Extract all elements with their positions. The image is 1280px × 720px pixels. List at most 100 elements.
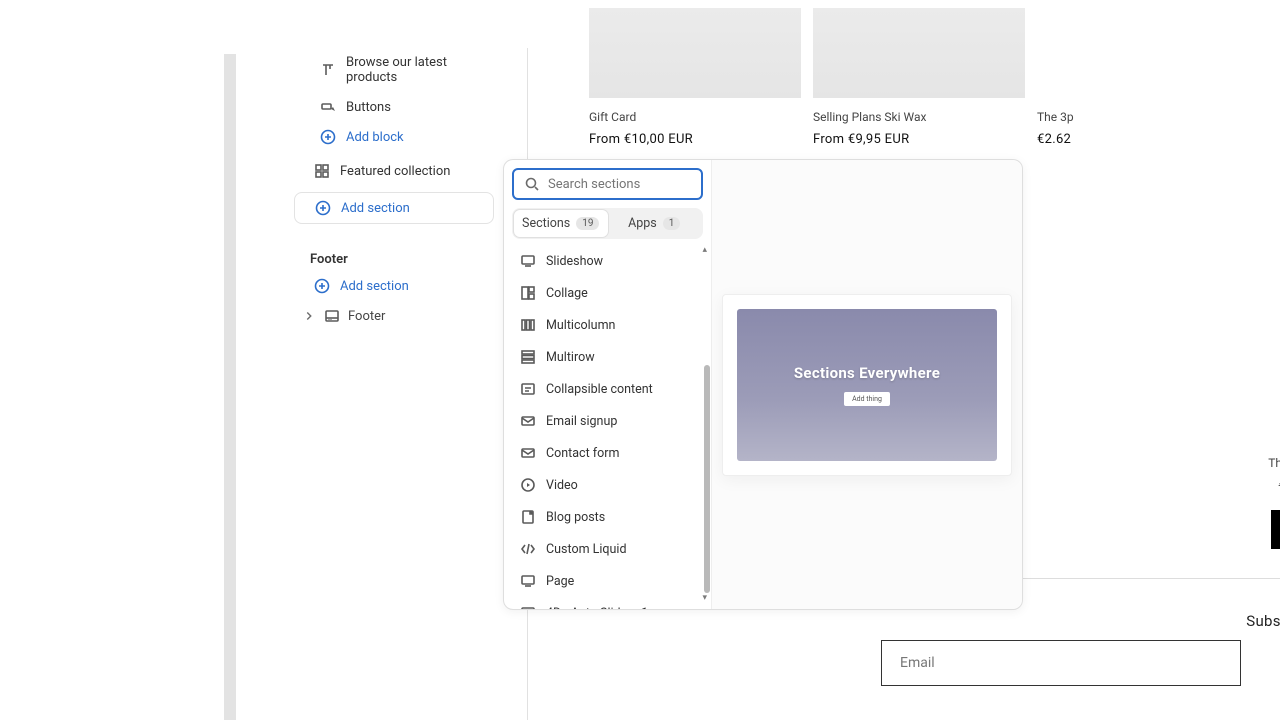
product-image-placeholder bbox=[589, 8, 801, 98]
product-card[interactable]: Selling Plans Ski Wax From €9,95 EUR bbox=[813, 8, 1025, 147]
footer-group-header: Footer bbox=[294, 242, 494, 271]
section-picker-popover: Sections 19 Apps 1 ▴ Slideshow Collage M… bbox=[503, 159, 1023, 610]
blog-icon bbox=[520, 509, 536, 525]
product-name: Gift Card bbox=[589, 110, 801, 124]
section-item-blog-posts[interactable]: Blog posts bbox=[512, 501, 703, 533]
product-name: Selling Plans Ski Wax bbox=[813, 110, 1025, 124]
product-grid: Gift Card From €10,00 EUR Selling Plans … bbox=[589, 8, 1280, 147]
section-item-label: Slideshow bbox=[546, 254, 603, 269]
slider-icon bbox=[520, 605, 536, 609]
collection-icon bbox=[314, 163, 330, 179]
tab-label: Apps bbox=[628, 216, 657, 231]
section-footer[interactable]: Footer bbox=[294, 301, 494, 331]
view-all-button[interactable]: v all bbox=[1271, 510, 1280, 549]
section-item-4d-auto-slider[interactable]: 4D - Auto Slider - 1 bbox=[512, 597, 703, 609]
multicolumn-icon bbox=[520, 317, 536, 333]
section-item-video[interactable]: Video bbox=[512, 469, 703, 501]
section-featured-collection[interactable]: Featured collection bbox=[294, 156, 494, 186]
block-label: Browse our latest products bbox=[346, 55, 484, 85]
plus-circle-icon bbox=[314, 278, 330, 294]
section-picker-list-panel: Sections 19 Apps 1 ▴ Slideshow Collage M… bbox=[504, 160, 711, 609]
section-label: Footer bbox=[348, 309, 385, 324]
collage-icon bbox=[520, 285, 536, 301]
email-icon bbox=[520, 413, 536, 429]
section-item-label: Video bbox=[546, 478, 578, 493]
section-item-collage[interactable]: Collage bbox=[512, 277, 703, 309]
collapsible-icon bbox=[520, 381, 536, 397]
add-section-button[interactable]: Add section bbox=[294, 192, 494, 224]
plus-circle-icon bbox=[320, 129, 336, 145]
section-search-wrap bbox=[504, 160, 711, 206]
section-item-label: Multicolumn bbox=[546, 318, 615, 333]
section-item-label: Custom Liquid bbox=[546, 542, 627, 557]
product-image-placeholder bbox=[1037, 8, 1087, 98]
editor-gutter bbox=[224, 54, 236, 720]
section-item-slideshow[interactable]: Slideshow bbox=[512, 245, 703, 277]
section-item-label: Blog posts bbox=[546, 510, 605, 525]
scroll-up-icon[interactable]: ▴ bbox=[702, 245, 707, 255]
block-browse-products[interactable]: Browse our latest products bbox=[294, 48, 494, 92]
tab-count: 1 bbox=[663, 217, 681, 230]
section-item-collapsible[interactable]: Collapsible content bbox=[512, 373, 703, 405]
slideshow-icon bbox=[520, 253, 536, 269]
tab-apps[interactable]: Apps 1 bbox=[608, 210, 702, 237]
search-icon bbox=[524, 176, 540, 192]
page-icon bbox=[520, 573, 536, 589]
section-item-label: Page bbox=[546, 574, 574, 589]
product-price: €2.62 bbox=[1037, 132, 1087, 147]
section-item-label: Collage bbox=[546, 286, 588, 301]
section-item-label: Collapsible content bbox=[546, 382, 653, 397]
section-item-label: Multirow bbox=[546, 350, 595, 365]
preview-title: Sections Everywhere bbox=[794, 364, 940, 382]
section-item-email-signup[interactable]: Email signup bbox=[512, 405, 703, 437]
product-image-placeholder bbox=[813, 8, 1025, 98]
section-search-field[interactable] bbox=[548, 177, 691, 192]
section-preview-panel: Sections Everywhere Add thing bbox=[711, 160, 1022, 609]
text-icon bbox=[320, 62, 336, 78]
tab-count: 19 bbox=[576, 217, 599, 230]
footer-icon bbox=[324, 308, 340, 324]
contact-icon bbox=[520, 445, 536, 461]
theme-sidebar: Browse our latest products Buttons Add b… bbox=[294, 48, 494, 331]
section-item-contact-form[interactable]: Contact form bbox=[512, 437, 703, 469]
product-card[interactable]: Gift Card From €10,00 EUR bbox=[589, 8, 801, 147]
block-buttons[interactable]: Buttons bbox=[294, 92, 494, 122]
chevron-right-icon bbox=[302, 309, 316, 323]
preview-button: Add thing bbox=[844, 392, 890, 406]
email-placeholder: Email bbox=[900, 655, 935, 671]
section-preview-image: Sections Everywhere Add thing bbox=[737, 309, 997, 461]
product-name-cut: The Co bbox=[1268, 456, 1280, 470]
add-section-label: Add section bbox=[341, 201, 410, 216]
product-name: The 3p bbox=[1037, 110, 1087, 124]
multirow-icon bbox=[520, 349, 536, 365]
add-block-button[interactable]: Add block bbox=[294, 122, 494, 152]
product-price: From €10,00 EUR bbox=[589, 132, 801, 147]
section-item-multicolumn[interactable]: Multicolumn bbox=[512, 309, 703, 341]
section-preview-card: Sections Everywhere Add thing bbox=[722, 294, 1012, 476]
code-icon bbox=[520, 541, 536, 557]
section-label: Featured collection bbox=[340, 164, 450, 179]
section-item-page[interactable]: Page bbox=[512, 565, 703, 597]
section-item-multirow[interactable]: Multirow bbox=[512, 341, 703, 373]
section-item-label: Email signup bbox=[546, 414, 617, 429]
section-search-input[interactable] bbox=[512, 168, 703, 200]
scrollbar-thumb[interactable] bbox=[704, 365, 710, 593]
video-icon bbox=[520, 477, 536, 493]
email-input[interactable]: Email bbox=[881, 640, 1241, 686]
plus-circle-icon bbox=[315, 200, 331, 216]
section-picker-tabs: Sections 19 Apps 1 bbox=[512, 208, 703, 239]
add-section-footer-button[interactable]: Add section bbox=[294, 271, 494, 301]
tab-sections[interactable]: Sections 19 bbox=[514, 210, 608, 237]
buttons-icon bbox=[320, 99, 336, 115]
block-label: Buttons bbox=[346, 100, 391, 115]
add-section-label: Add section bbox=[340, 279, 409, 294]
product-price: From €9,95 EUR bbox=[813, 132, 1025, 147]
scroll-down-icon[interactable]: ▾ bbox=[702, 593, 707, 603]
section-item-label: 4D - Auto Slider - 1 bbox=[546, 606, 648, 610]
section-item-custom-liquid[interactable]: Custom Liquid bbox=[512, 533, 703, 565]
section-list: ▴ Slideshow Collage Multicolumn Multirow… bbox=[504, 245, 711, 609]
tab-label: Sections bbox=[522, 216, 570, 231]
section-item-label: Contact form bbox=[546, 446, 619, 461]
subscribe-heading: Subscribe to our bbox=[1246, 612, 1280, 630]
product-card[interactable]: The 3p €2.62 bbox=[1037, 8, 1087, 147]
